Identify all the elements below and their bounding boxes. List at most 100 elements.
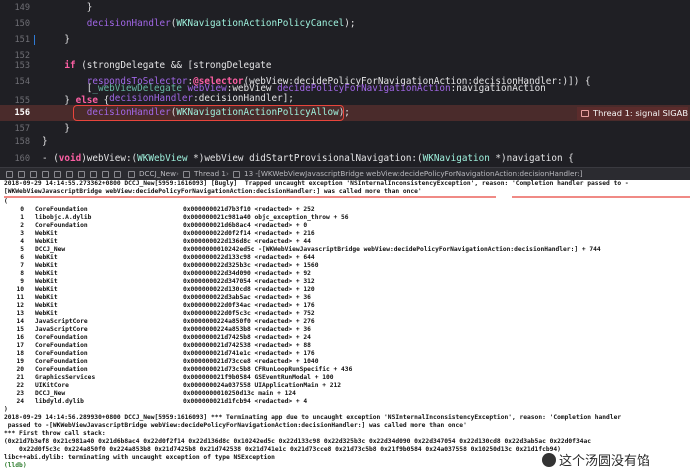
frame-library: CoreFoundation xyxy=(35,334,88,341)
code-line[interactable]: 160 - (void)webView:(WKWebView *)webView… xyxy=(0,151,690,167)
frame-address: 0x0000000224a853b8 <redacted> + 36 xyxy=(183,326,311,333)
line-number: 149 xyxy=(14,3,30,13)
watermark: 这个汤圆没有馅 xyxy=(542,453,650,471)
step-over-icon[interactable] xyxy=(42,171,49,178)
frame-address: 0x000000022d34d090 <redacted> + 92 xyxy=(183,270,311,277)
code-line[interactable]: 157 } xyxy=(0,121,690,137)
frame-address: 0x000000021d7b3f10 <redacted> + 252 xyxy=(183,206,315,213)
frame-address: 0x000000021d73cce8 <redacted> + 1040 xyxy=(183,358,319,365)
frame-library: libdyld.dylib xyxy=(35,398,84,405)
wechat-icon xyxy=(542,453,556,467)
frame-library: WebKit xyxy=(35,294,58,301)
code-text: } xyxy=(42,123,70,134)
frame-index: 24 xyxy=(16,398,24,405)
frame-address: 0x000000021d73c5b8 CFRunLoopRunSpecific … xyxy=(183,366,353,373)
code-text: } xyxy=(42,34,70,45)
frame-index: 0 xyxy=(20,206,24,213)
frame-index: 19 xyxy=(16,358,24,365)
process-label[interactable]: DCCJ_New xyxy=(139,168,176,180)
frame-index: 21 xyxy=(16,374,24,381)
step-out-icon[interactable] xyxy=(66,171,73,178)
code-line[interactable]: 150 decisionHandler(WKNavigationActionPo… xyxy=(0,16,690,32)
thread-icon xyxy=(183,171,190,178)
debug-bar: DCCJ_New › Thread 1 › 13 -[WKWebViewJava… xyxy=(0,167,690,180)
frame-index: 3 xyxy=(20,230,24,237)
frame-library: CoreFoundation xyxy=(35,350,88,357)
console-line: 2018-09-29 14:14:55.273362+0800 DCCJ_New… xyxy=(4,180,629,187)
change-bar xyxy=(34,35,35,45)
frame-index: 15 xyxy=(16,326,24,333)
line-number: 158 xyxy=(14,137,30,147)
code-line[interactable]: 151 } xyxy=(0,32,690,48)
console-line: 2018-09-29 14:14:56.289930+0800 DCCJ_New… xyxy=(4,414,622,421)
lldb-prompt[interactable]: (lldb) xyxy=(4,462,27,470)
console-line: *** First throw call stack: xyxy=(4,430,106,437)
breadcrumb-separator: › xyxy=(176,169,179,178)
breadcrumb-separator: › xyxy=(226,169,229,178)
frame-address: 0x000000021d6b8ac4 <redacted> + 0 xyxy=(183,222,308,229)
frame-icon xyxy=(233,171,240,178)
code-line[interactable]: 158 } xyxy=(0,136,690,148)
frame-library: WebKit xyxy=(35,270,58,277)
frame-address: 0x000000024a037558 UIApplicationMain + 2… xyxy=(183,382,342,389)
frame-library: GraphicsServices xyxy=(35,374,96,381)
crash-annotation-text: Thread 1: signal SIGABRT xyxy=(593,108,688,118)
code-editor[interactable]: 149 } 150 decisionHandler(WKNavigationAc… xyxy=(0,0,690,167)
frame-index: 16 xyxy=(16,334,24,341)
code-line[interactable]: 149 } xyxy=(0,0,690,16)
view-hierarchy-icon[interactable] xyxy=(78,171,85,178)
thread-label[interactable]: Thread 1 xyxy=(194,168,226,180)
frame-address: 0x000000021d7425b8 <redacted> + 24 xyxy=(183,334,311,341)
frame-index: 10 xyxy=(16,286,24,293)
code-text: } xyxy=(42,136,48,147)
line-number: 157 xyxy=(14,124,30,134)
frame-library: CoreFoundation xyxy=(35,342,88,349)
code-text: if (strongDelegate && [strongDelegate xyxy=(64,60,272,71)
frame-address: 0x0000000010242ed5c -[WKWebViewJavascrip… xyxy=(183,246,601,253)
frame-library: JavaScriptCore xyxy=(35,318,88,325)
frame-address: 0x000000021d742538 <redacted> + 88 xyxy=(183,342,311,349)
frame-library: JavaScriptCore xyxy=(35,326,88,333)
panel-toggle-icon[interactable] xyxy=(6,171,13,178)
step-into-icon[interactable] xyxy=(54,171,61,178)
code-line[interactable]: 153 if (strongDelegate && [strongDelegat… xyxy=(0,58,690,74)
frame-address: 0x000000022d133c98 <redacted> + 644 xyxy=(183,254,315,261)
frame-address: 0x000000022d3ab5ac <redacted> + 36 xyxy=(183,294,311,301)
frame-index: 4 xyxy=(20,238,24,245)
frame-address: 0x000000021c981a40 objc_exception_throw … xyxy=(183,214,349,221)
console-line: 0x22d0f5c3c 0x224a850f0 0x224a853b8 0x21… xyxy=(4,446,561,453)
annotation-underline xyxy=(0,195,690,198)
code-text: - (void)webView:(WKWebView *)webView did… xyxy=(42,153,574,164)
frame-index: 18 xyxy=(16,350,24,357)
frame-index: 5 xyxy=(20,246,24,253)
frame-index: 13 xyxy=(16,310,24,317)
frame-index: 6 xyxy=(20,254,24,261)
frame-address: 0x000000021f9b0584 GSEventRunModal + 100 xyxy=(183,374,334,381)
frame-library: WebKit xyxy=(35,278,58,285)
memory-graph-icon[interactable] xyxy=(90,171,97,178)
frame-index: 1 xyxy=(20,214,24,221)
app-icon xyxy=(128,171,135,178)
frame-index: 9 xyxy=(20,278,24,285)
frame-address: 0x000000022d325b3c <redacted> + 1560 xyxy=(183,262,319,269)
frame-address: 0x000000021d741e1c <redacted> + 176 xyxy=(183,350,315,357)
line-number: 156 xyxy=(14,108,30,118)
frame-index: 17 xyxy=(16,342,24,349)
frame-address: 0x0000000010250d13c main + 124 xyxy=(183,390,296,397)
environment-icon[interactable] xyxy=(102,171,109,178)
frame-index: 8 xyxy=(20,270,24,277)
frame-label[interactable]: 13 -[WKWebViewJavascriptBridge webView:d… xyxy=(244,168,583,180)
line-number: 160 xyxy=(14,154,30,164)
frame-library: CoreFoundation xyxy=(35,366,88,373)
frame-address: 0x000000022d0f5c3c <redacted> + 752 xyxy=(183,310,315,317)
frame-index: 22 xyxy=(16,382,24,389)
frame-address: 0x000000022d136d8c <redacted> + 44 xyxy=(183,238,311,245)
breakpoints-icon[interactable] xyxy=(18,171,25,178)
frame-address: 0x000000022d130cd8 <redacted> + 120 xyxy=(183,286,315,293)
continue-icon[interactable] xyxy=(30,171,37,178)
frame-address: 0x000000022d0f2f14 <redacted> + 216 xyxy=(183,230,315,237)
location-icon[interactable] xyxy=(114,171,121,178)
crash-annotation[interactable]: Thread 1: signal SIGABRT xyxy=(577,107,688,120)
console-output[interactable]: 2018-09-29 14:14:55.273362+0800 DCCJ_New… xyxy=(0,180,690,475)
frame-library: CoreFoundation xyxy=(35,358,88,365)
